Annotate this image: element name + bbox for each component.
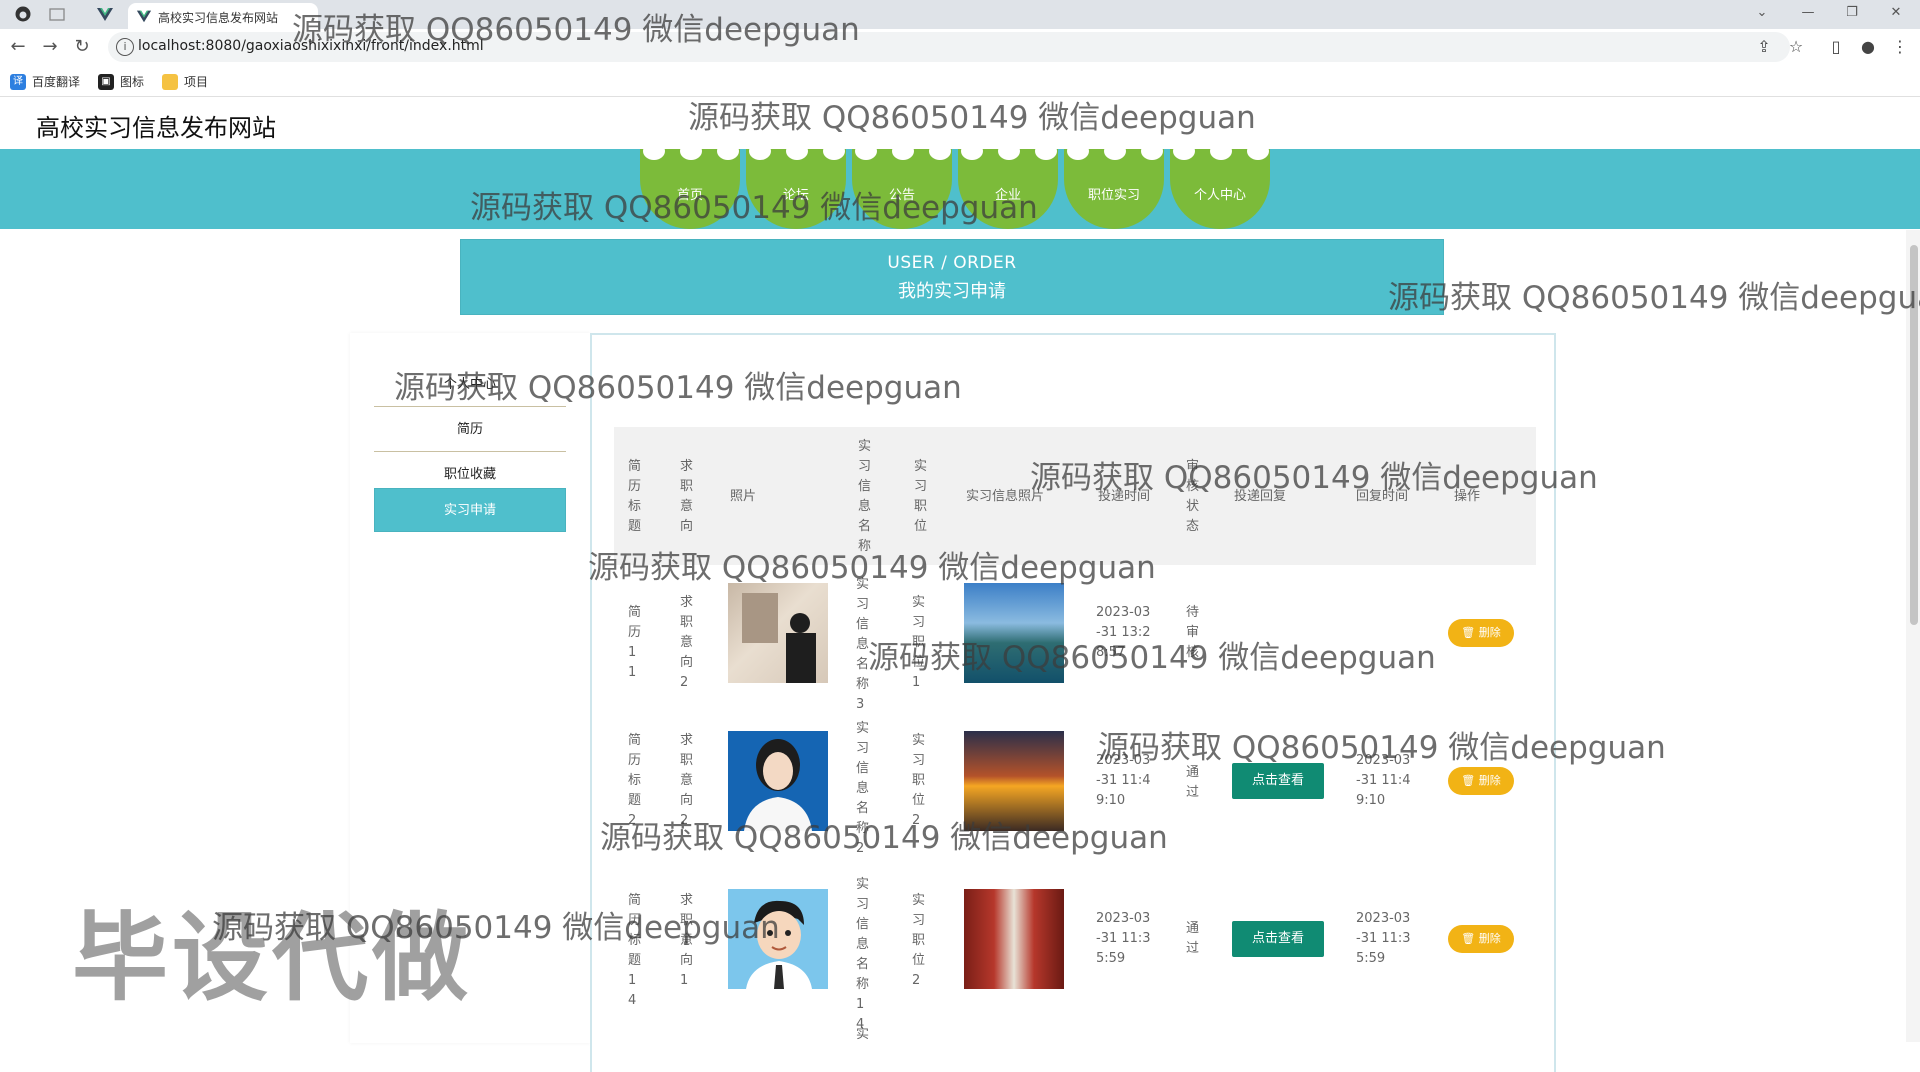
col-reply: 投递回复 (1234, 489, 1287, 504)
vue-favicon-icon (136, 8, 152, 27)
page-banner: USER / ORDER 我的实习申请 (460, 239, 1444, 315)
info-icon[interactable]: i (116, 38, 134, 56)
cell-status: 待审核 (1186, 605, 1200, 660)
cell-internship-name: 实习信息名称14 (856, 877, 870, 1032)
delete-button[interactable]: 🗑 删除 (1448, 767, 1514, 795)
col-position: 实习职位 (914, 459, 928, 534)
cell-intention: 求职意向1 (680, 893, 694, 988)
internship-photo (964, 731, 1064, 831)
minimize-button[interactable]: — (1786, 2, 1830, 24)
table-header: 简历标题 求职意向 照片 实习信息名称 实习职位 实习信息照片 投递时间 审核状… (614, 427, 1536, 565)
cell-reply-time: 2023-03-31 11:35:59 (1356, 911, 1411, 966)
translate-icon: 译 (10, 73, 26, 90)
col-ops: 操作 (1454, 489, 1481, 504)
partial-next-row-cell: 实 (856, 1027, 870, 1042)
banner-english-title: USER / ORDER (887, 253, 1017, 273)
cell-resume-title: 简历标题2 (628, 733, 642, 828)
col-photo: 照片 (730, 489, 757, 504)
col-internship-name: 实习信息名称 (858, 439, 872, 554)
browser-toolbar: ← → ↻ i localhost:8080/gaoxiaoshixixinxi… (0, 29, 1920, 65)
cell-submit-time: 2023-03-31 11:35:59 (1096, 911, 1151, 966)
restore-button[interactable]: ❐ (1830, 2, 1874, 24)
share-icon[interactable]: ⇪ (1754, 37, 1774, 57)
active-tab[interactable]: 高校实习信息发布网站 (128, 3, 318, 29)
resume-photo (728, 731, 828, 831)
internship-photo (964, 583, 1064, 683)
col-reply-time: 回复时间 (1356, 489, 1409, 504)
address-bar[interactable]: i localhost:8080/gaoxiaoshixixinxi/front… (108, 32, 1790, 62)
cell-intention: 求职意向2 (680, 595, 694, 690)
cell-position: 实习职位2 (912, 733, 926, 828)
col-resume-title: 简历标题 (628, 459, 642, 534)
view-reply-button[interactable]: 点击查看 (1232, 921, 1324, 957)
banner-title: 我的实习申请 (898, 281, 1006, 302)
blank-tab-icon[interactable] (48, 5, 66, 23)
user-side-menu: 个人中心 简历 职位收藏 实习申请 (350, 333, 590, 1043)
col-internship-photo: 实习信息照片 (966, 489, 1045, 504)
delete-button[interactable]: 🗑 删除 (1448, 925, 1514, 953)
bookmark-baidu-translate[interactable]: 译 百度翻译 (10, 73, 80, 90)
menu-resume[interactable]: 简历 (374, 408, 566, 452)
cell-internship-name: 实习信息名称3 (856, 577, 870, 712)
back-arrow-icon[interactable]: ← (6, 35, 30, 59)
col-intention: 求职意向 (680, 459, 694, 534)
bookmarks-bar: 译 百度翻译 ▣ 图标 项目 (0, 65, 1920, 97)
site-title: 高校实习信息发布网站 (36, 114, 276, 142)
cell-submit-time: 2023-03-31 13:28:57 (1096, 605, 1151, 660)
cell-reply-time: 2023-03-31 11:49:10 (1356, 753, 1411, 808)
cell-internship-name: 实习信息名称2 (856, 721, 870, 856)
cell-intention: 求职意向2 (680, 733, 694, 828)
cell-position: 实习职位1 (912, 595, 926, 690)
bookmark-projects[interactable]: 项目 (162, 73, 208, 90)
resume-photo (728, 889, 828, 989)
vue-tab-icon[interactable] (96, 5, 114, 23)
profile-avatar-icon[interactable]: ● (1858, 37, 1878, 57)
image-icon: ▣ (98, 73, 114, 90)
watermark-text: 源码获取 QQ86050149 微信deepguan (688, 100, 1256, 136)
cell-status: 通过 (1186, 765, 1200, 800)
application-table-panel: 简历标题 求职意向 照片 实习信息名称 实习职位 实习信息照片 投递时间 审核状… (590, 333, 1556, 1072)
reload-icon[interactable]: ↻ (70, 35, 94, 59)
internship-photo (964, 889, 1064, 989)
bookmark-star-icon[interactable]: ☆ (1786, 37, 1806, 57)
delete-button[interactable]: 🗑 删除 (1448, 619, 1514, 647)
watermark-text: 源码获取 QQ86050149 微信deepguan (1388, 280, 1920, 316)
side-panel-icon[interactable]: ▯ (1826, 37, 1846, 57)
menu-personal-center[interactable]: 个人中心 (374, 363, 566, 407)
cell-submit-time: 2023-03-31 11:49:10 (1096, 753, 1151, 808)
menu-kebab-icon[interactable]: ⋮ (1890, 37, 1910, 57)
cell-resume-title: 简历标题14 (628, 893, 642, 1008)
col-status: 审核状态 (1186, 459, 1200, 534)
bookmark-icons[interactable]: ▣ 图标 (98, 73, 144, 90)
close-window-button[interactable]: ✕ (1874, 2, 1918, 24)
tab-title: 高校实习信息发布网站 (158, 11, 279, 25)
menu-internship-applications[interactable]: 实习申请 (374, 488, 566, 532)
col-submit-time: 投递时间 (1098, 489, 1151, 504)
cell-position: 实习职位2 (912, 893, 926, 988)
tab-search-chevron-icon[interactable]: ⌄ (1740, 2, 1784, 24)
resume-photo (728, 583, 828, 683)
cell-resume-title: 简历11 (628, 605, 642, 680)
folder-icon (162, 73, 178, 90)
cell-status: 通过 (1186, 921, 1200, 956)
url-text[interactable]: localhost:8080/gaoxiaoshixixinxi/front/i… (138, 38, 484, 54)
forward-arrow-icon[interactable]: → (38, 35, 62, 59)
browser-tabstrip: 高校实习信息发布网站 ⌄ — ❐ ✕ (0, 0, 1920, 29)
page-scrollbar-thumb[interactable] (1910, 245, 1918, 625)
github-icon[interactable] (14, 5, 32, 23)
view-reply-button[interactable]: 点击查看 (1232, 763, 1324, 799)
